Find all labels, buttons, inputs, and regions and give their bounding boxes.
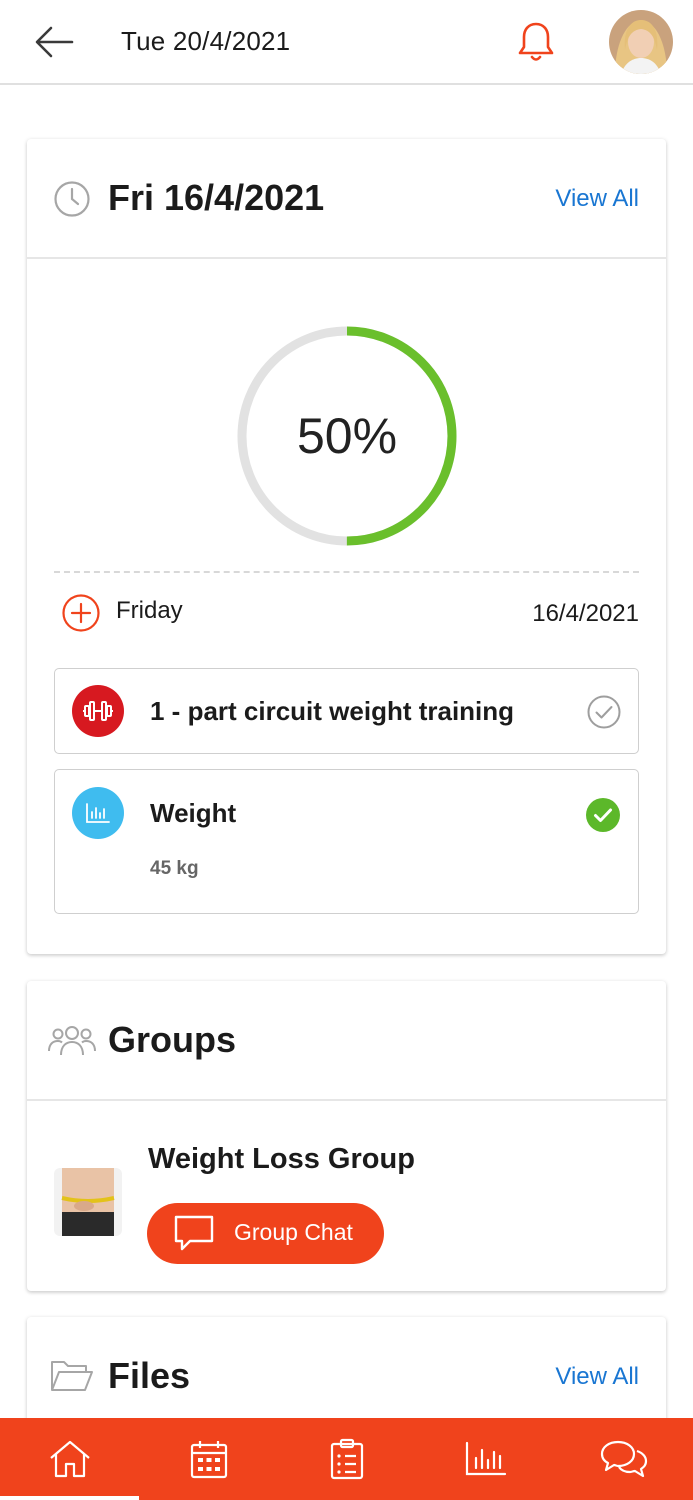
task-item[interactable]: Weight 45 kg (54, 769, 639, 914)
chat-bubble-icon (174, 1215, 214, 1251)
group-chat-label: Group Chat (234, 1219, 353, 1245)
back-button[interactable] (30, 20, 78, 64)
user-avatar[interactable] (609, 10, 673, 74)
view-all-link[interactable]: View All (555, 185, 639, 213)
progress-percent: 50% (296, 408, 398, 464)
add-circle-icon[interactable] (61, 593, 101, 633)
card-header: Groups (27, 981, 666, 1101)
day-date: 16/4/2021 (532, 600, 639, 627)
active-tab-indicator (0, 1496, 139, 1500)
users-group-icon (48, 1026, 96, 1056)
progress-ring: 50% (236, 325, 458, 547)
group-chat-button[interactable]: Group Chat (147, 1203, 384, 1264)
nav-messages[interactable] (554, 1418, 693, 1500)
notifications-button[interactable] (512, 18, 560, 66)
day-name: Friday (116, 597, 183, 624)
card-header: Fri 16/4/2021 View All (27, 139, 666, 259)
chat-bubbles-icon (600, 1440, 647, 1478)
bottom-navigation (0, 1418, 693, 1500)
dumbbell-icon (83, 701, 113, 721)
folder-open-icon (51, 1361, 93, 1391)
top-app-bar: Tue 20/4/2021 (0, 0, 693, 85)
groups-title: Groups (108, 1019, 237, 1060)
nav-calendar[interactable] (139, 1418, 278, 1500)
calendar-icon (190, 1441, 227, 1479)
nav-home[interactable] (0, 1418, 139, 1500)
nav-stats[interactable] (416, 1418, 555, 1500)
arrow-left-icon (35, 26, 74, 58)
task-item[interactable]: 1 - part circuit weight training (54, 668, 639, 754)
bar-chart-icon (465, 1441, 506, 1476)
nav-tasks[interactable] (277, 1418, 416, 1500)
task-subtitle: 45 kg (150, 858, 199, 879)
task-icon-badge (72, 685, 124, 737)
view-all-link[interactable]: View All (555, 1363, 639, 1391)
home-icon (49, 1440, 90, 1478)
check-circle-outline-icon[interactable] (586, 694, 622, 730)
day-summary-card: Fri 16/4/2021 View All 50% Friday 16/4/2… (27, 139, 666, 954)
divider (54, 571, 639, 573)
bell-icon (518, 22, 554, 61)
files-title: Files (108, 1355, 191, 1396)
bar-chart-icon (86, 803, 110, 823)
current-date: Tue 20/4/2021 (121, 26, 291, 56)
group-thumbnail[interactable] (54, 1168, 122, 1236)
group-name[interactable]: Weight Loss Group (148, 1143, 415, 1176)
task-title: 1 - part circuit weight training (150, 696, 515, 726)
clock-icon (54, 181, 90, 217)
task-icon-badge (72, 787, 124, 839)
day-title: Fri 16/4/2021 (108, 177, 325, 218)
check-circle-filled-icon[interactable] (585, 797, 621, 833)
clipboard-list-icon (330, 1438, 363, 1480)
task-title: Weight (150, 798, 237, 828)
groups-card: Groups Weight Loss Group Group Chat (27, 981, 666, 1291)
